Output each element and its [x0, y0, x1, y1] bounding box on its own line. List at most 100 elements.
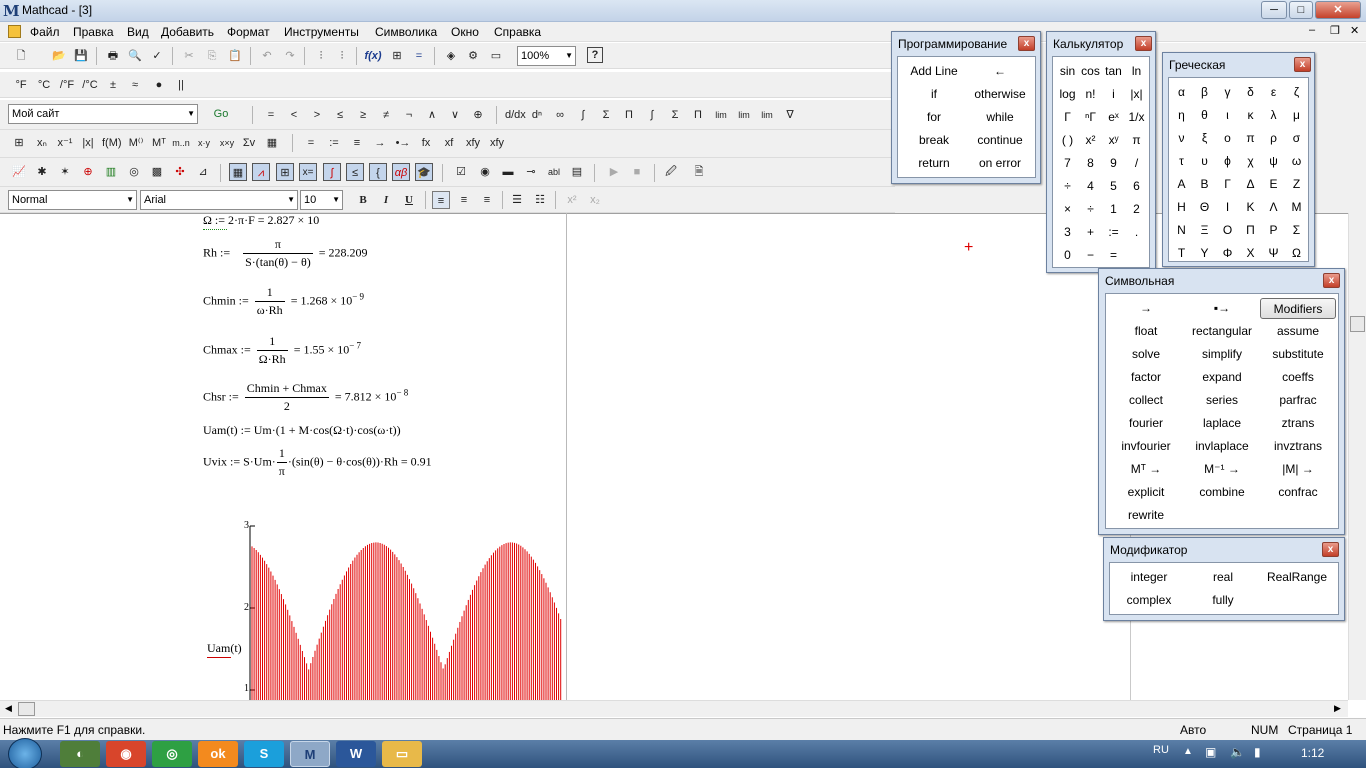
- calc-cell-3-3[interactable]: π: [1125, 130, 1148, 151]
- sym-float-1-0[interactable]: float: [1108, 321, 1184, 342]
- chsr-definition[interactable]: Chsr := Chmin + Chmax 2 = 7.812 × 10− 8: [203, 381, 408, 414]
- calc-2-6-3[interactable]: 2: [1125, 199, 1148, 220]
- calc-ln-0-3[interactable]: ln: [1125, 61, 1148, 82]
- task-app-1[interactable]: ◐: [60, 741, 100, 767]
- calc-cell-8-1[interactable]: −: [1079, 245, 1102, 266]
- subscript-icon[interactable]: xₙ: [33, 134, 51, 152]
- definite-integral-icon[interactable]: ∫: [574, 106, 592, 124]
- sym-substitute-2-2[interactable]: substitute: [1260, 344, 1336, 365]
- greek-cell-6-0[interactable]: Ν: [1170, 220, 1193, 241]
- calculate-icon[interactable]: =: [410, 47, 428, 65]
- contour-plot-icon[interactable]: ⊕: [79, 163, 97, 181]
- greek-cell-0-0[interactable]: α: [1170, 82, 1193, 103]
- resource-icon[interactable]: ◈: [442, 47, 460, 65]
- button-control-icon[interactable]: ▬: [499, 163, 517, 181]
- column-icon[interactable]: M⁽⁾: [127, 134, 145, 152]
- calc-8-4-1[interactable]: 8: [1079, 153, 1102, 174]
- parallel-button[interactable]: ||: [172, 76, 190, 94]
- vectorize-icon[interactable]: f(M): [102, 134, 122, 152]
- greek-cell-3-5[interactable]: ω: [1285, 151, 1308, 172]
- sym-rectangular-1-1[interactable]: rectangular: [1184, 321, 1260, 342]
- greek-cell-0-4[interactable]: ε: [1262, 82, 1285, 103]
- calc-tan-0-2[interactable]: tan: [1102, 61, 1125, 82]
- matrix-toolbar-icon[interactable]: ⊞: [276, 163, 294, 181]
- stop-icon[interactable]: ■: [628, 163, 646, 181]
- symbolic-close-button[interactable]: x: [1323, 273, 1340, 288]
- vertical-scrollbar[interactable]: [1348, 213, 1366, 700]
- volume-icon[interactable]: 🔈: [1230, 745, 1245, 759]
- sym-m-7-1[interactable]: M⁻¹ →: [1184, 459, 1260, 480]
- calc-n-1-1[interactable]: n!: [1079, 84, 1102, 105]
- mdi-close-button[interactable]: ✕: [1350, 24, 1359, 37]
- greek-cell-3-1[interactable]: υ: [1193, 151, 1216, 172]
- delta-celsius-button[interactable]: /°C: [79, 76, 101, 94]
- network-icon[interactable]: ▮: [1254, 745, 1261, 759]
- gradient-icon[interactable]: ∇: [781, 106, 799, 124]
- calc-x-3-2[interactable]: xʸ: [1102, 130, 1125, 151]
- maximize-button[interactable]: □: [1289, 1, 1313, 19]
- op-not-equal[interactable]: ≠: [377, 106, 395, 124]
- help-icon[interactable]: ?: [587, 47, 603, 63]
- underline-button[interactable]: U: [400, 191, 418, 209]
- bar-plot-icon[interactable]: ▥: [102, 163, 120, 181]
- greek-cell-0-5[interactable]: ζ: [1285, 82, 1308, 103]
- align-across-icon[interactable]: ⫶: [312, 47, 330, 65]
- greek-cell-7-2[interactable]: Φ: [1216, 243, 1239, 264]
- redo-icon[interactable]: ↷: [281, 47, 299, 65]
- save-icon[interactable]: 💾: [72, 47, 90, 65]
- greek-cell-5-2[interactable]: Ι: [1216, 197, 1239, 218]
- sym-simplify-2-1[interactable]: simplify: [1184, 344, 1260, 365]
- mod-fully-1-1[interactable]: fully: [1186, 590, 1260, 611]
- sym-modifiers-0-2[interactable]: Modifiers: [1260, 298, 1336, 319]
- determinant-icon[interactable]: |x|: [79, 134, 97, 152]
- calc-cell-8-2[interactable]: =: [1102, 245, 1125, 266]
- menu-file[interactable]: Файл: [30, 25, 60, 39]
- vector-sum-icon[interactable]: Σv: [240, 134, 258, 152]
- calc-infix[interactable]: xfy: [462, 134, 484, 152]
- align-right-icon[interactable]: ≡: [478, 191, 496, 209]
- op-or[interactable]: ∨: [446, 106, 464, 124]
- calc-7-4-0[interactable]: 7: [1056, 153, 1079, 174]
- greek-cell-7-5[interactable]: Ω: [1285, 243, 1308, 264]
- print-icon[interactable]: 🖶: [104, 47, 122, 65]
- sym-laplace-5-1[interactable]: laplace: [1184, 413, 1260, 434]
- symbolic-toolbar-icon[interactable]: 🎓: [415, 163, 433, 181]
- calc-cell-2-0[interactable]: Γ: [1056, 107, 1079, 128]
- greek-cell-3-3[interactable]: χ: [1239, 151, 1262, 172]
- rh-definition[interactable]: Rh := π S·(tan(θ) − θ) = 228.209: [203, 237, 367, 270]
- calc-equal[interactable]: =: [302, 134, 320, 152]
- calc-cell-6-1[interactable]: ÷: [1079, 199, 1102, 220]
- font-select[interactable]: Arial ▼: [140, 190, 298, 210]
- calc-cell-6-0[interactable]: ×: [1056, 199, 1079, 220]
- calc-cell-3-0[interactable]: ( ): [1056, 130, 1079, 151]
- greek-cell-5-1[interactable]: Θ: [1193, 197, 1216, 218]
- scroll-left-icon[interactable]: ◀: [5, 703, 12, 714]
- limit-icon[interactable]: lim: [712, 106, 730, 124]
- calc-cell-7-1[interactable]: +: [1079, 222, 1102, 243]
- sym-parfrac-4-2[interactable]: parfrac: [1260, 390, 1336, 411]
- greek-cell-7-1[interactable]: Υ: [1193, 243, 1216, 264]
- sym-fourier-5-0[interactable]: fourier: [1108, 413, 1184, 434]
- range-icon[interactable]: m..n: [172, 134, 190, 152]
- calc-cell-7-2[interactable]: :=: [1102, 222, 1125, 243]
- greek-cell-7-3[interactable]: Χ: [1239, 243, 1262, 264]
- calc-log-1-0[interactable]: log: [1056, 84, 1079, 105]
- transpose-icon[interactable]: Mᵀ: [150, 134, 168, 152]
- surface-plot-icon[interactable]: ✶: [56, 163, 74, 181]
- size-select[interactable]: 10 ▼: [300, 190, 343, 210]
- explorer-icon[interactable]: ▭: [382, 741, 422, 767]
- debug-icon[interactable]: 🖉: [662, 163, 680, 181]
- prog-otherwise-1-1[interactable]: otherwise: [967, 84, 1033, 105]
- mod-complex-1-0[interactable]: complex: [1112, 590, 1186, 611]
- skype-icon[interactable]: S: [244, 741, 284, 767]
- listbox-control-icon[interactable]: ▤: [568, 163, 586, 181]
- nth-derivative-icon[interactable]: dⁿ: [528, 106, 546, 124]
- greek-cell-5-4[interactable]: Λ: [1262, 197, 1285, 218]
- sym-invlaplace-6-1[interactable]: invlaplace: [1184, 436, 1260, 457]
- horizontal-scroll-thumb[interactable]: [18, 702, 35, 716]
- spellcheck-icon[interactable]: ✓: [148, 47, 166, 65]
- sym-assume-1-2[interactable]: assume: [1260, 321, 1336, 342]
- window-icon[interactable]: ▭: [487, 47, 505, 65]
- product-range-icon[interactable]: Π: [620, 106, 638, 124]
- sym-cell-0-1[interactable]: ▪→: [1184, 298, 1260, 319]
